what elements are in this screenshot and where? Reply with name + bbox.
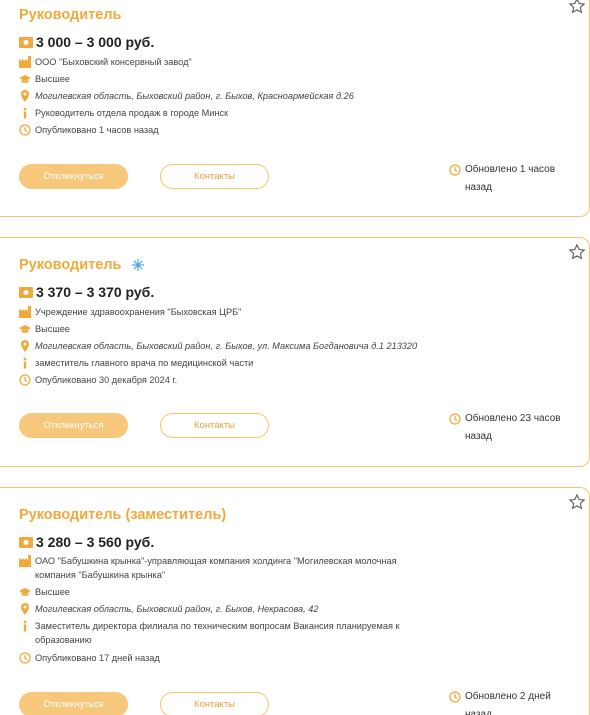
address: Могилевская область, Быховский район, г.… [35, 91, 354, 101]
company-row: ОАО "Бабушкина крынка"-управляющая компа… [19, 554, 424, 582]
vacancy-card: Руководитель 3 370 – 3 370 руб. Учрежден… [0, 237, 590, 467]
published-row: Опубликовано 17 дней назад [19, 651, 439, 665]
salary: 3 000 – 3 000 руб. [19, 34, 154, 50]
money-icon [19, 286, 33, 298]
star-icon[interactable] [568, 243, 586, 261]
location-pin-icon [21, 340, 29, 352]
updated-text: Обновлено 2 дней назад [465, 691, 551, 715]
star-icon[interactable] [568, 0, 586, 15]
apply-button[interactable]: Откликнуться [19, 164, 128, 189]
factory-icon [19, 555, 31, 567]
address: Могилевская область, Быховский район, г.… [35, 604, 319, 614]
vacancy-title[interactable]: Руководитель [19, 257, 144, 273]
description-row: заместитель главного врача по медицинско… [19, 356, 439, 370]
apply-button[interactable]: Откликнуться [19, 413, 128, 438]
star-icon[interactable] [568, 493, 586, 511]
address-row: Могилевская область, Быховский район, г.… [19, 339, 479, 353]
info-icon [23, 357, 27, 369]
apply-button[interactable]: Откликнуться [19, 692, 128, 715]
contacts-button[interactable]: Контакты [160, 692, 269, 715]
education: Высшее [35, 74, 70, 84]
location-pin-icon [21, 90, 29, 102]
education-row: Высшее [19, 322, 439, 336]
clock-icon [19, 652, 31, 664]
factory-icon [19, 56, 31, 68]
updated-info: Обновлено 1 часов назад [449, 161, 579, 197]
info-icon [23, 620, 27, 632]
description: Руководитель отдела продаж в городе Минс… [35, 108, 229, 118]
salary: 3 370 – 3 370 руб. [19, 284, 154, 300]
company-name: Учреждение здравоохранения "Быховская ЦР… [35, 307, 242, 317]
info-icon [23, 107, 27, 119]
education-row: Высшее [19, 72, 439, 86]
vacancy-title[interactable]: Руководитель [19, 7, 121, 23]
updated-info: Обновлено 23 часов назад [449, 410, 579, 446]
published: Опубликовано 30 декабря 2024 г. [35, 375, 178, 385]
vacancy-card: Руководитель (заместитель) 3 280 – 3 560… [0, 487, 590, 715]
clock-icon [19, 374, 31, 386]
company-row: ООО "Быховский консервный завод" [19, 55, 439, 69]
education: Высшее [35, 587, 70, 597]
company-row: Учреждение здравоохранения "Быховская ЦР… [19, 305, 439, 319]
factory-icon [19, 306, 31, 318]
company-name: ООО "Быховский консервный завод" [35, 57, 192, 67]
clock-icon [19, 124, 31, 136]
updated-text: Обновлено 23 часов назад [465, 413, 561, 442]
education-row: Высшее [19, 585, 439, 599]
published: Опубликовано 17 дней назад [35, 653, 160, 663]
description-row: Заместитель директора филиала по техниче… [19, 619, 424, 647]
published: Опубликовано 1 часов назад [35, 125, 159, 135]
sparkle-icon [131, 259, 144, 272]
address-row: Могилевская область, Быховский район, г.… [19, 602, 439, 616]
address-row: Могилевская область, Быховский район, г.… [19, 89, 439, 103]
description-row: Руководитель отдела продаж в городе Минс… [19, 106, 439, 120]
address: Могилевская область, Быховский район, г.… [35, 341, 418, 351]
graduation-cap-icon [19, 75, 31, 83]
money-icon [19, 36, 33, 48]
clock-icon [449, 164, 461, 176]
clock-icon [449, 691, 461, 703]
contacts-button[interactable]: Контакты [160, 413, 269, 438]
graduation-cap-icon [19, 588, 31, 596]
published-row: Опубликовано 30 декабря 2024 г. [19, 373, 439, 387]
vacancy-card: Руководитель 3 000 – 3 000 руб. ООО "Бых… [0, 0, 590, 217]
updated-text: Обновлено 1 часов назад [465, 164, 556, 193]
description: Заместитель директора филиала по техниче… [35, 621, 400, 645]
clock-icon [449, 413, 461, 425]
published-row: Опубликовано 1 часов назад [19, 123, 439, 137]
company-name: ОАО "Бабушкина крынка"-управляющая компа… [35, 556, 397, 580]
location-pin-icon [21, 603, 29, 615]
money-icon [19, 536, 33, 548]
vacancy-title[interactable]: Руководитель (заместитель) [19, 507, 226, 523]
description: заместитель главного врача по медицинско… [35, 358, 254, 368]
contacts-button[interactable]: Контакты [160, 164, 269, 189]
updated-info: Обновлено 2 дней назад [449, 688, 579, 715]
education: Высшее [35, 324, 70, 334]
graduation-cap-icon [19, 325, 31, 333]
salary: 3 280 – 3 560 руб. [19, 534, 154, 550]
